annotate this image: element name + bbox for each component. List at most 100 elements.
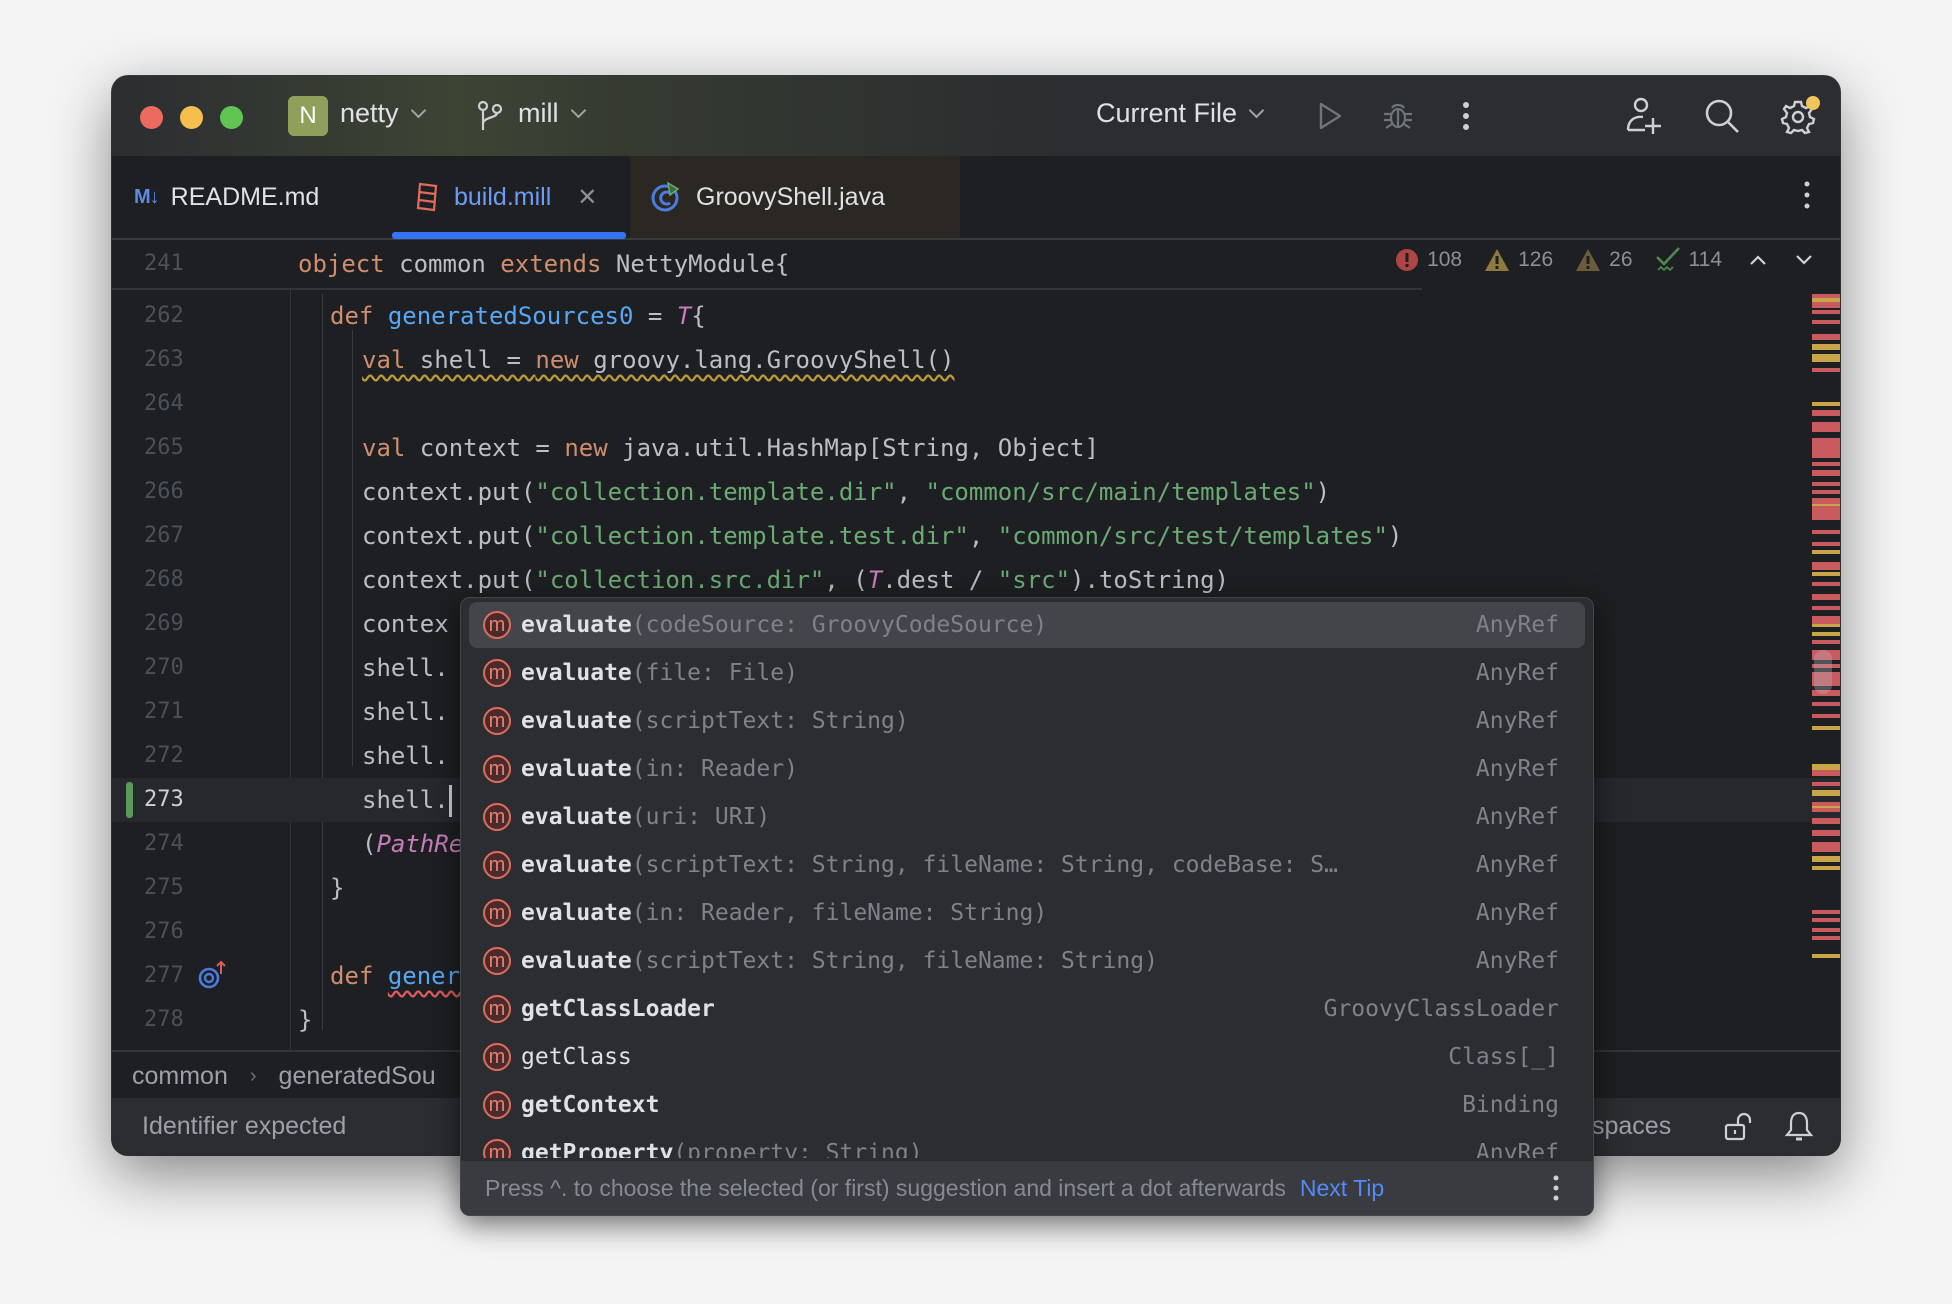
completion-item[interactable]: m evaluate (scriptText: String, fileName: … [469, 842, 1585, 888]
code-with-me-button[interactable] [1622, 94, 1666, 138]
error-marker[interactable] [1812, 928, 1840, 932]
completion-item[interactable]: m getProperty (property: String) AnyRef [469, 1130, 1585, 1158]
code-line[interactable]: 267 context.put("collection.template.tes… [112, 514, 1840, 558]
error-marker[interactable] [1812, 936, 1840, 940]
next-highlight-icon[interactable] [1794, 253, 1814, 267]
run-configuration-selector[interactable]: Current File [1096, 98, 1265, 129]
code-line[interactable]: 268 context.put("collection.src.dir", (T… [112, 558, 1840, 602]
indent-setting[interactable]: spaces [1592, 1112, 1671, 1141]
error-marker[interactable] [1812, 770, 1840, 776]
error-marker[interactable] [1812, 438, 1840, 458]
previous-highlight-icon[interactable] [1748, 253, 1768, 267]
warning-marker[interactable] [1812, 402, 1840, 406]
error-marker[interactable] [1812, 562, 1840, 570]
error-marker[interactable] [1812, 594, 1840, 600]
warning-marker[interactable] [1812, 550, 1840, 554]
error-marker[interactable] [1812, 542, 1840, 546]
completion-item[interactable]: m evaluate (in: Reader, fileName: String) A… [469, 890, 1585, 936]
warning-marker[interactable] [1812, 806, 1840, 808]
completion-item[interactable]: m evaluate (uri: URI) AnyRef [469, 794, 1585, 840]
close-tab-icon[interactable]: ✕ [577, 183, 597, 212]
warning-marker[interactable] [1812, 954, 1840, 958]
next-tip-link[interactable]: Next Tip [1300, 1175, 1384, 1202]
settings-button[interactable] [1778, 94, 1822, 138]
completion-item[interactable]: m evaluate (scriptText: String) AnyRef [469, 698, 1585, 744]
completion-item[interactable]: m getClassLoader GroovyClassLoader [469, 986, 1585, 1032]
error-marker[interactable] [1812, 482, 1840, 486]
warning-marker[interactable] [1812, 572, 1840, 576]
error-marker[interactable] [1812, 490, 1840, 494]
completion-item[interactable]: m evaluate (file: File) AnyRef [469, 650, 1585, 696]
completion-list[interactable]: m evaluate (codeSource: GroovyCodeSource) A… [461, 598, 1593, 1158]
error-marker[interactable] [1812, 470, 1840, 476]
project-avatar[interactable]: N [288, 96, 328, 136]
error-marker[interactable] [1812, 334, 1840, 340]
close-window-button[interactable] [140, 106, 163, 129]
error-marker[interactable] [1812, 830, 1840, 836]
error-marker[interactable] [1812, 910, 1840, 914]
error-marker[interactable] [1812, 410, 1840, 416]
error-marker[interactable] [1812, 422, 1840, 432]
code-line[interactable]: 264 [112, 382, 1840, 426]
notifications-bell-icon[interactable] [1784, 1110, 1814, 1142]
code-completion-popup[interactable]: m evaluate (codeSource: GroovyCodeSource) A… [460, 597, 1594, 1216]
sticky-header-line[interactable]: 241 object common extends NettyModule{ [112, 240, 1422, 290]
tab-readme[interactable]: M↓ README.md [134, 156, 319, 238]
code-line[interactable]: 262 def generatedSources0 = T{ [112, 294, 1840, 338]
code-line[interactable]: 266 context.put("collection.template.dir… [112, 470, 1840, 514]
warning-marker[interactable] [1812, 354, 1840, 362]
branch-selector[interactable]: mill [518, 98, 586, 129]
warning-marker[interactable] [1812, 298, 1840, 302]
warning-marker[interactable] [1812, 632, 1840, 636]
error-marker[interactable] [1812, 462, 1840, 466]
error-marker[interactable] [1812, 530, 1840, 534]
error-marker[interactable] [1812, 714, 1840, 718]
error-marker[interactable] [1812, 918, 1840, 922]
completion-item[interactable]: m getClass Class[_] [469, 1034, 1585, 1080]
completion-item[interactable]: m getContext Binding [469, 1082, 1585, 1128]
more-vertical-icon[interactable] [1553, 1173, 1559, 1203]
breadcrumb-item[interactable]: generatedSou [279, 1062, 436, 1091]
warning-marker[interactable] [1812, 866, 1840, 870]
tab-build-mill[interactable]: build.mill ✕ [392, 156, 626, 238]
project-selector[interactable]: netty [340, 98, 426, 129]
error-marker[interactable] [1812, 606, 1840, 610]
warning-marker[interactable] [1812, 504, 1840, 506]
more-actions-button[interactable] [1444, 94, 1488, 138]
breadcrumb-item[interactable]: common [132, 1062, 228, 1091]
zoom-window-button[interactable] [220, 106, 243, 129]
minimize-window-button[interactable] [180, 106, 203, 129]
change-marker[interactable] [126, 782, 133, 818]
implements-gutter-icon[interactable] [198, 960, 228, 990]
error-marker[interactable] [1812, 368, 1840, 372]
completion-item[interactable]: m evaluate (scriptText: String, fileName: … [469, 938, 1585, 984]
error-marker[interactable] [1812, 582, 1840, 586]
code-line[interactable]: 263 val shell = new groovy.lang.GroovySh… [112, 338, 1840, 382]
run-button[interactable] [1308, 94, 1352, 138]
git-branch-icon[interactable] [476, 100, 504, 132]
error-marker[interactable] [1812, 640, 1840, 644]
error-marker[interactable] [1812, 702, 1840, 706]
error-marker[interactable] [1812, 320, 1840, 324]
more-vertical-icon[interactable] [1804, 180, 1810, 210]
warning-marker[interactable] [1812, 726, 1840, 730]
error-marker[interactable] [1812, 498, 1840, 520]
search-everywhere-button[interactable] [1700, 94, 1744, 138]
warning-marker[interactable] [1812, 856, 1840, 862]
error-marker[interactable] [1812, 842, 1840, 852]
inspection-widget[interactable]: 108 126 26 114 [1395, 246, 1814, 274]
warning-marker[interactable] [1812, 344, 1840, 350]
unlock-icon[interactable] [1724, 1112, 1754, 1142]
error-marker[interactable] [1812, 310, 1840, 314]
debug-button[interactable] [1376, 94, 1420, 138]
vertical-scrollbar-thumb[interactable] [1814, 650, 1832, 694]
code-line[interactable]: 265 val context = new java.util.HashMap[… [112, 426, 1840, 470]
error-marker[interactable] [1812, 616, 1840, 624]
tab-groovyshell-java[interactable]: GroovyShell.java [630, 156, 960, 238]
error-marker[interactable] [1812, 818, 1840, 824]
warning-marker[interactable] [1812, 624, 1840, 627]
completion-item[interactable]: m evaluate (codeSource: GroovyCodeSource) A… [469, 602, 1585, 648]
warning-marker[interactable] [1812, 790, 1840, 796]
completion-item[interactable]: m evaluate (in: Reader) AnyRef [469, 746, 1585, 792]
error-marker[interactable] [1812, 782, 1840, 786]
